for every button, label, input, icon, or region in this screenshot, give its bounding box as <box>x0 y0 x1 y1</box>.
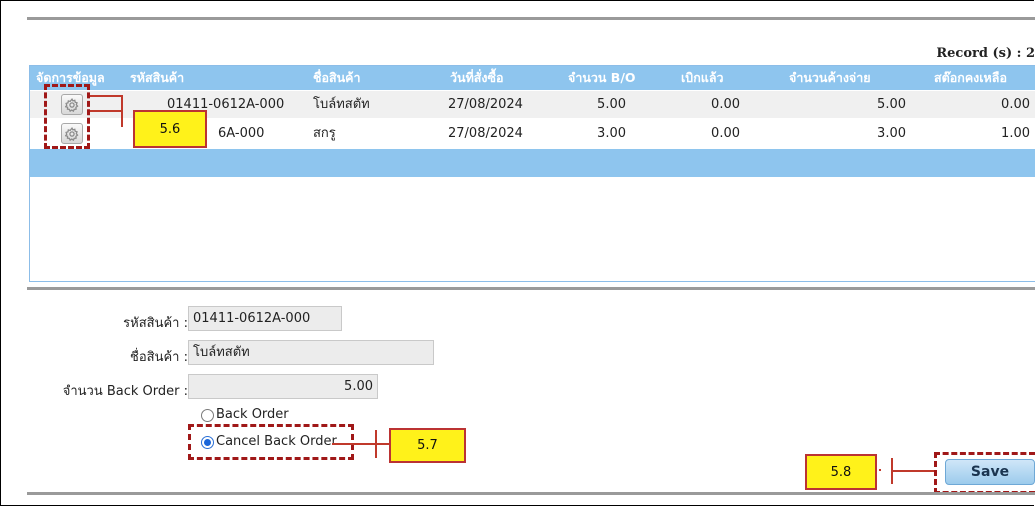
bottom-divider <box>27 492 1035 495</box>
col-header-code: รหัสสินค้า <box>130 70 185 85</box>
top-divider <box>27 17 1035 20</box>
back-order-grid: จัดการข้อมูล รหัสสินค้า ชื่อสินค้า วันที… <box>29 65 1035 282</box>
cell-code: 6A-000 <box>218 126 265 141</box>
product-code-field[interactable]: 01411-0612A-000 <box>188 306 342 331</box>
highlight-gear-buttons <box>44 84 90 149</box>
cell-stock: 0.00 <box>1001 97 1030 112</box>
col-header-bo: จำนวน B/O <box>568 70 636 85</box>
label-product-code: รหัสสินค้า : <box>123 316 188 331</box>
connector-line <box>121 95 123 127</box>
grid-header: จัดการข้อมูล รหัสสินค้า ชื่อสินค้า วันที… <box>30 66 1035 90</box>
callout-5-8: 5.8 <box>805 454 877 490</box>
cell-date: 27/08/2024 <box>448 126 523 141</box>
callout-5-7: 5.7 <box>389 428 466 463</box>
cell-name: โบล์ทสตัท <box>313 97 370 112</box>
cell-bo: 3.00 <box>597 126 626 141</box>
middle-divider <box>27 287 1035 290</box>
cell-pending: 5.00 <box>877 97 906 112</box>
connector-line <box>891 470 935 472</box>
connector-line <box>332 443 389 445</box>
product-name-field[interactable]: โบล์ทสตัท <box>188 340 434 365</box>
connector-line <box>879 469 881 471</box>
cell-stock: 1.00 <box>1001 126 1030 141</box>
connector-line <box>90 110 122 112</box>
save-button[interactable]: Save <box>945 459 1035 485</box>
connector-line <box>375 430 377 458</box>
callout-5-6: 5.6 <box>133 110 207 148</box>
cell-pending: 3.00 <box>877 126 906 141</box>
back-order-qty-field[interactable]: 5.00 <box>188 374 378 399</box>
radio-back-order[interactable] <box>201 409 214 422</box>
col-header-stock: สต๊อกคงเหลือ <box>934 70 1007 85</box>
radio-back-order-label: Back Order <box>216 407 289 422</box>
col-header-name: ชื่อสินค้า <box>313 70 361 85</box>
grid-footer-bar <box>30 149 1035 177</box>
col-header-pending: จำนวนค้างจ่าย <box>789 70 871 85</box>
cell-bo: 5.00 <box>597 97 626 112</box>
label-product-name: ชื่อสินค้า : <box>130 350 188 365</box>
cell-name: สกรู <box>313 126 336 141</box>
cell-date: 27/08/2024 <box>448 97 523 112</box>
connector-line <box>90 95 122 97</box>
col-header-date: วันที่สั่งซื้อ <box>450 70 504 85</box>
highlight-cancel-option <box>188 424 354 460</box>
cell-withdrawn: 0.00 <box>711 126 740 141</box>
cell-withdrawn: 0.00 <box>711 97 740 112</box>
col-header-withdrawn: เบิกแล้ว <box>681 70 724 85</box>
record-count: Record (s) : 2 <box>936 46 1035 61</box>
label-back-order-qty: จำนวน Back Order : <box>62 384 188 399</box>
